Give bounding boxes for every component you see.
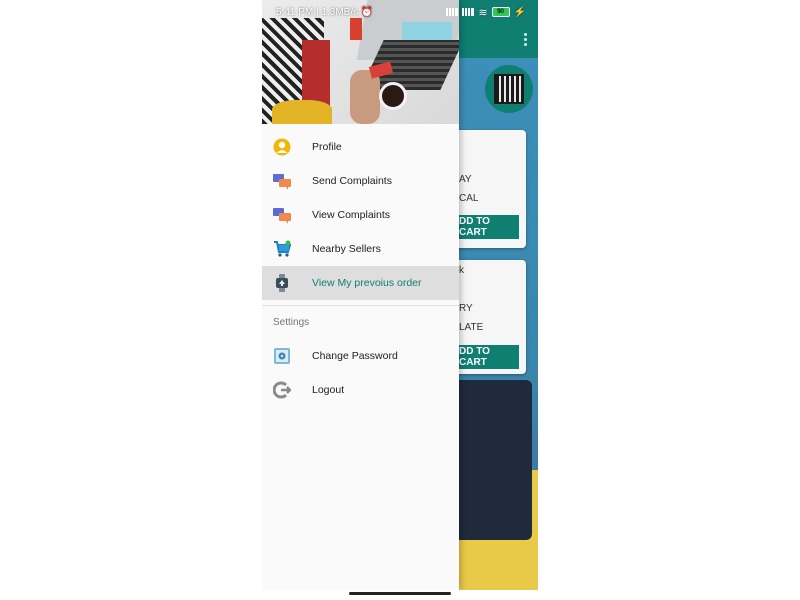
phone-screen: AY CAL DD TO CART k RY LATE DD TO CART P… (262, 0, 538, 590)
signal-icon (446, 8, 459, 16)
charging-icon: ⚡ (513, 6, 526, 18)
menu-item-view-previous-order[interactable]: View My prevoius order (262, 266, 459, 300)
status-bar: 5:41 PM | 1.3MB/s ⏰ ≋ 90 ⚡ (262, 0, 538, 24)
menu-item-nearby-sellers[interactable]: Nearby Sellers (262, 232, 459, 266)
product-card-text: LATE (459, 322, 484, 333)
drawer-divider (262, 305, 459, 306)
menu-item-label: Logout (312, 384, 345, 396)
background-bag-image (452, 380, 532, 540)
menu-item-label: Send Complaints (312, 175, 392, 187)
menu-item-view-complaints[interactable]: View Complaints (262, 198, 459, 232)
profile-icon (273, 138, 291, 156)
safe-icon (273, 347, 291, 365)
overflow-menu-icon[interactable] (522, 31, 528, 47)
product-card-text: k (459, 265, 464, 276)
qr-scan-button[interactable] (485, 65, 533, 113)
product-card-text: AY (459, 174, 472, 185)
menu-item-profile[interactable]: Profile (262, 130, 459, 164)
drawer-menu: Profile Send Complaints View Complaints … (262, 130, 459, 300)
chat-bubbles-icon (273, 172, 291, 190)
menu-item-label: Nearby Sellers (312, 243, 381, 255)
add-to-cart-button[interactable]: DD TO CART (457, 215, 519, 239)
product-card-text: CAL (459, 193, 479, 204)
navigation-drawer: Profile Send Complaints View Complaints … (262, 0, 459, 590)
qr-code-icon (494, 74, 524, 104)
menu-item-label: Profile (312, 141, 342, 153)
header-hand (350, 70, 380, 124)
status-time: 5:41 PM (276, 6, 314, 18)
battery-icon: 90 (491, 7, 510, 17)
status-network-speed: 1.3MB/s (321, 6, 359, 18)
header-coffee-cup (379, 82, 407, 110)
signal-icon (462, 8, 475, 16)
header-yellow-item (272, 100, 332, 124)
menu-item-logout[interactable]: Logout (262, 373, 459, 407)
settings-section-title: Settings (273, 317, 310, 328)
menu-item-label: View My prevoius order (312, 277, 422, 289)
alarm-icon: ⏰ (360, 6, 374, 18)
menu-item-send-complaints[interactable]: Send Complaints (262, 164, 459, 198)
product-card-text: RY (459, 303, 473, 314)
menu-item-change-password[interactable]: Change Password (262, 339, 459, 373)
gesture-navigation-bar[interactable] (349, 592, 451, 595)
menu-item-label: View Complaints (312, 209, 391, 221)
menu-item-label: Change Password (312, 350, 398, 362)
chat-bubbles-icon (273, 206, 291, 224)
logout-icon (273, 381, 291, 399)
settings-menu: Change Password Logout (262, 339, 459, 407)
wifi-icon: ≋ (478, 6, 488, 19)
add-to-cart-button[interactable]: DD TO CART (457, 345, 519, 369)
watch-icon (273, 274, 291, 292)
shopping-cart-icon (273, 240, 291, 258)
